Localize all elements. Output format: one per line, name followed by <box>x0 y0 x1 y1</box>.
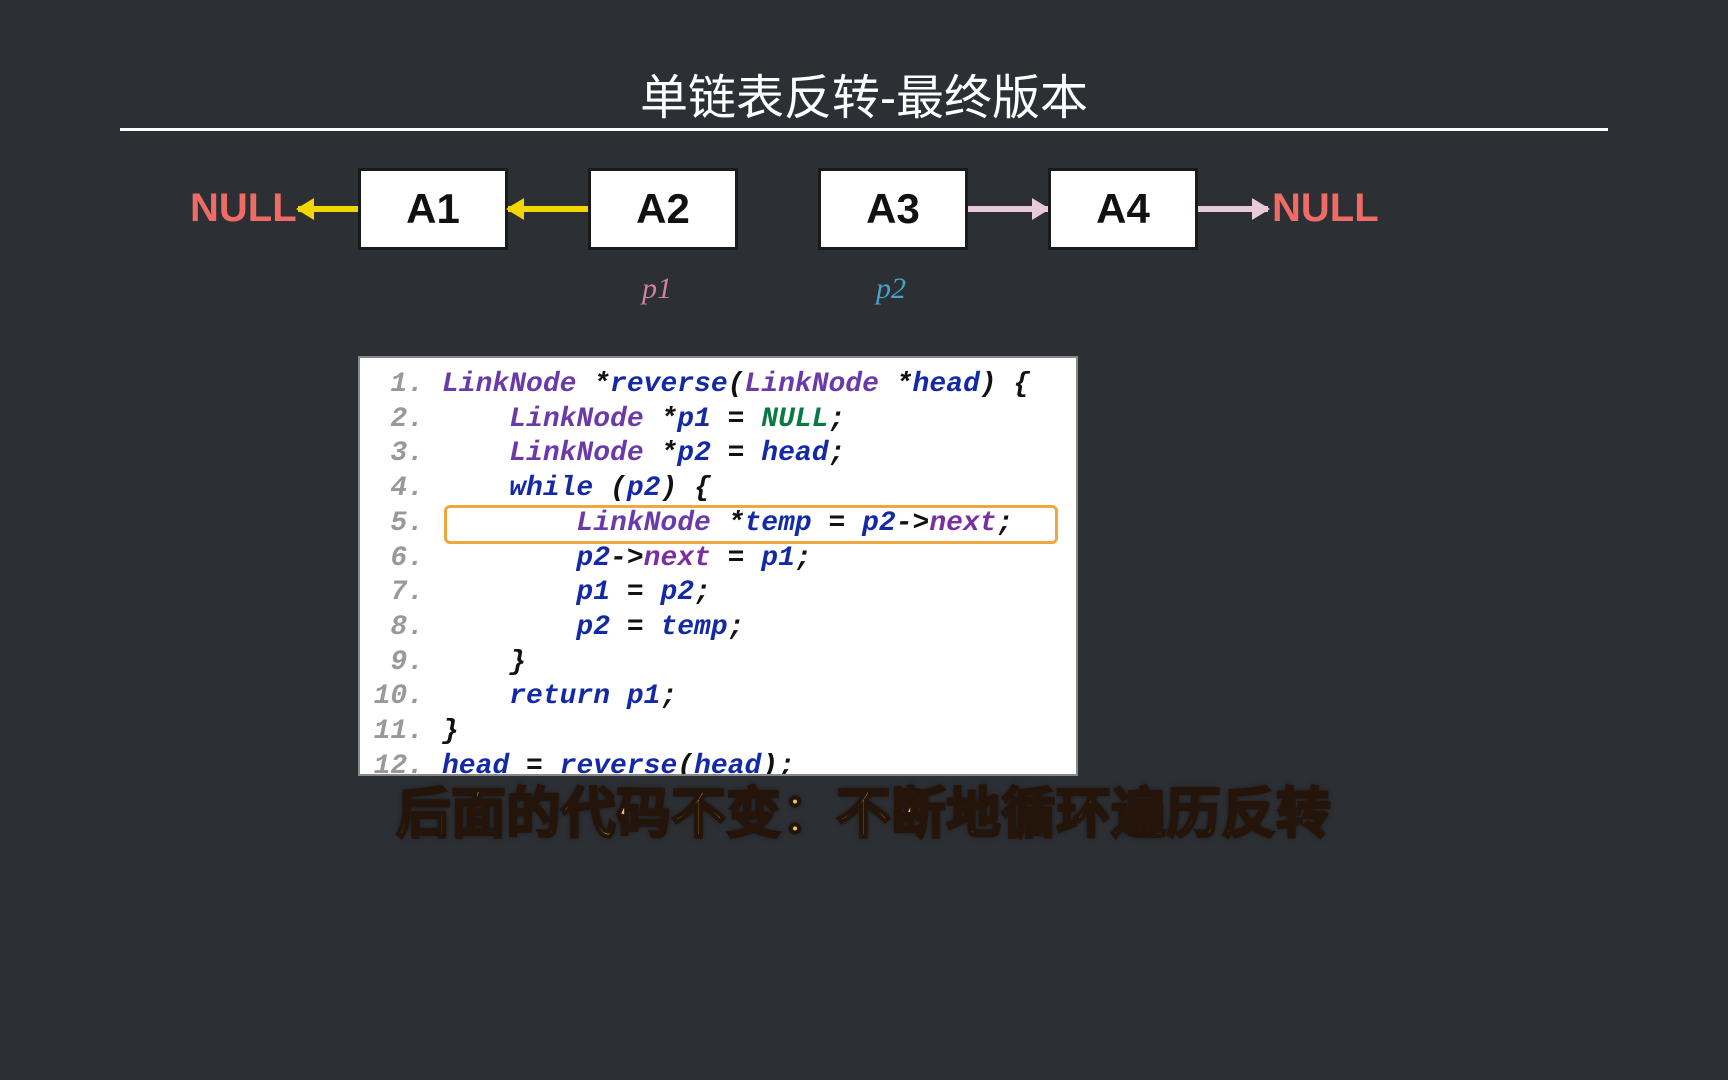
code-line: 7. p1 = p2; <box>372 576 1064 611</box>
line-number: 1. <box>372 368 442 403</box>
title-underline <box>120 128 1608 131</box>
line-number: 7. <box>372 576 442 611</box>
node-a4: A4 <box>1048 168 1198 250</box>
node-a3: A3 <box>818 168 968 250</box>
code-line: 1.LinkNode *reverse(LinkNode *head) { <box>372 368 1064 403</box>
slide-title: 单链表反转-最终版本 <box>640 58 1088 128</box>
arrow-a1-to-null <box>298 206 358 212</box>
line-number: 5. <box>372 507 442 542</box>
code-content: p2 = temp; <box>442 611 744 646</box>
null-right-label: NULL <box>1272 186 1379 231</box>
code-content: } <box>442 646 526 681</box>
code-line: 2. LinkNode *p1 = NULL; <box>372 403 1064 438</box>
code-line: 11.} <box>372 715 1064 750</box>
code-line: 10. return p1; <box>372 680 1064 715</box>
null-left-label: NULL <box>190 186 297 231</box>
line-number: 6. <box>372 542 442 577</box>
p1-pointer-label: p1 <box>642 272 672 306</box>
line-number: 4. <box>372 472 442 507</box>
code-content: p1 = p2; <box>442 576 711 611</box>
code-line: 4. while (p2) { <box>372 472 1064 507</box>
p2-pointer-label: p2 <box>876 272 906 306</box>
code-line: 8. p2 = temp; <box>372 611 1064 646</box>
line-number: 9. <box>372 646 442 681</box>
code-block: 1.LinkNode *reverse(LinkNode *head) {2. … <box>358 356 1078 776</box>
code-line: 5. LinkNode *temp = p2->next; <box>372 507 1064 542</box>
arrow-a3-to-a4 <box>968 206 1048 212</box>
code-content: p2->next = p1; <box>442 542 812 577</box>
arrow-a2-to-a1 <box>508 206 588 212</box>
code-content: while (p2) { <box>442 472 711 507</box>
code-content: } <box>442 715 459 750</box>
code-content: return p1; <box>442 680 677 715</box>
code-line: 3. LinkNode *p2 = head; <box>372 437 1064 472</box>
linked-list-diagram: NULL A1 A2 A3 A4 NULL p1 p2 <box>0 168 1728 328</box>
node-a1: A1 <box>358 168 508 250</box>
line-number: 2. <box>372 403 442 438</box>
node-a2: A2 <box>588 168 738 250</box>
code-content: LinkNode *p2 = head; <box>442 437 845 472</box>
code-content: LinkNode *reverse(LinkNode *head) { <box>442 368 1030 403</box>
line-number: 11. <box>372 715 442 750</box>
line-number: 3. <box>372 437 442 472</box>
line-number: 8. <box>372 611 442 646</box>
arrow-a4-to-null <box>1198 206 1268 212</box>
code-content: LinkNode *temp = p2->next; <box>442 507 1013 542</box>
line-number: 10. <box>372 680 442 715</box>
code-line: 9. } <box>372 646 1064 681</box>
code-line: 6. p2->next = p1; <box>372 542 1064 577</box>
subtitle-caption: 后面的代码不变：不断地循环遍历反转 <box>397 769 1332 848</box>
code-content: LinkNode *p1 = NULL; <box>442 403 845 438</box>
